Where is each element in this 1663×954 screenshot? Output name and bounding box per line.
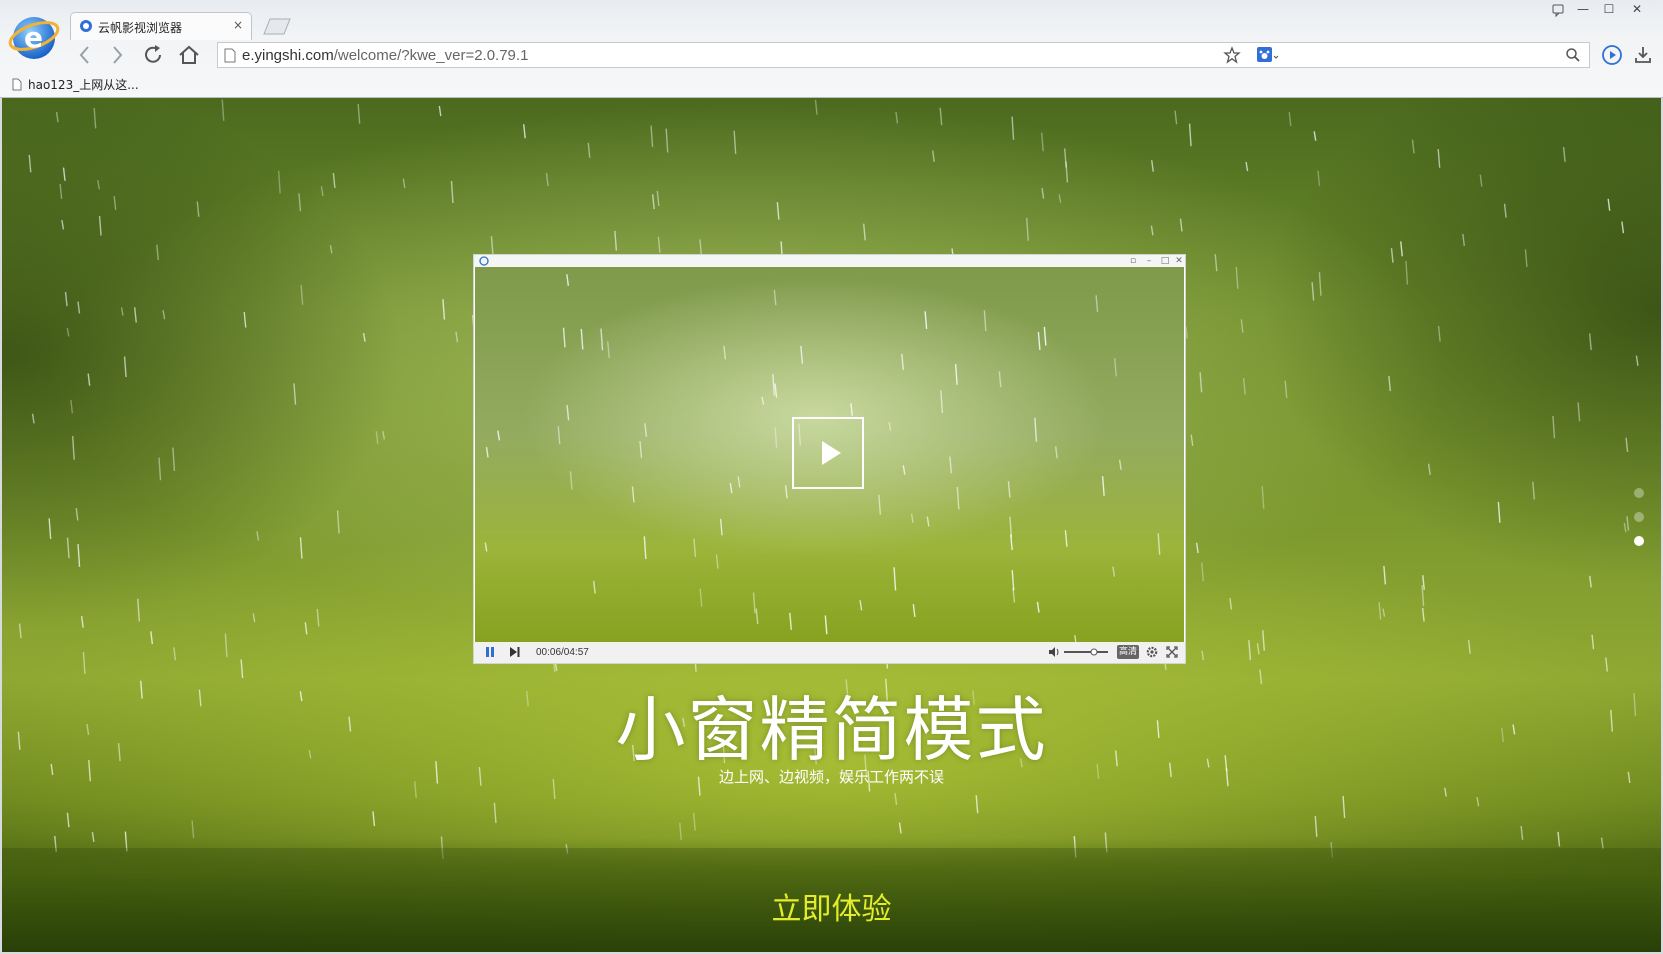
volume-icon[interactable] [1048, 646, 1062, 658]
feedback-icon[interactable] [1547, 2, 1569, 18]
home-button[interactable] [176, 42, 202, 68]
new-tab-button[interactable] [262, 17, 292, 35]
player-controls: 00:06/04:57 高清 [474, 642, 1185, 663]
playback-time: 00:06/04:57 [536, 647, 589, 658]
bookmark-page-icon [12, 78, 22, 91]
mini-titlebar: ▫ – □ ✕ [474, 255, 1185, 267]
hero-headline: 小窗精简模式 [615, 689, 1048, 771]
settings-gear-icon[interactable] [1145, 645, 1159, 659]
tab-favicon-icon [80, 20, 92, 32]
svg-text:e: e [24, 21, 43, 54]
volume-slider[interactable] [1064, 648, 1108, 656]
mini-video-screen[interactable] [475, 267, 1184, 642]
search-engine-icon[interactable] [1256, 46, 1280, 64]
page-icon [224, 48, 236, 63]
tab-close-icon[interactable]: × [233, 18, 243, 32]
mini-logo-icon [479, 256, 489, 266]
play-button[interactable] [792, 417, 864, 489]
bookmark-star-icon[interactable] [1223, 46, 1241, 64]
fullscreen-icon[interactable] [1165, 645, 1179, 659]
browser-logo-icon[interactable]: e [8, 10, 60, 62]
tab-active[interactable]: 云帆影视浏览器 × [70, 12, 252, 40]
hd-quality-button[interactable]: 高清 [1117, 645, 1139, 659]
download-icon[interactable] [1632, 44, 1654, 66]
page-dot-2[interactable] [1634, 512, 1644, 522]
try-now-button[interactable]: 立即体验 [2, 884, 1661, 928]
close-window-button[interactable]: ✕ [1626, 2, 1648, 18]
url-path: /welcome/?kwe_ver=2.0.79.1 [333, 47, 529, 64]
welcome-page: ▫ – □ ✕ 00:06/04:57 高清 小窗精简模式 边上网、边视频，娱乐… [2, 98, 1661, 952]
url-host: e.yingshi.com [242, 47, 334, 64]
mini-minimize-icon[interactable]: – [1142, 255, 1156, 267]
play-icon [822, 441, 841, 465]
tab-title: 云帆影视浏览器 [98, 21, 183, 35]
video-play-icon[interactable] [1601, 44, 1623, 66]
hero-subline: 边上网、边视频，娱乐工作两不误 [718, 768, 944, 786]
maximize-button[interactable]: ☐ [1598, 2, 1620, 18]
next-icon[interactable] [509, 646, 521, 658]
page-dot-1[interactable] [1634, 488, 1644, 498]
forward-button[interactable] [104, 42, 130, 68]
mini-pin-icon[interactable]: ▫ [1126, 255, 1140, 267]
bookmark-label: hao123_上网从这... [28, 78, 139, 92]
search-icon[interactable] [1565, 47, 1581, 63]
bookmark-hao123[interactable]: hao123_上网从这... [12, 76, 139, 92]
back-button[interactable] [72, 42, 98, 68]
mini-maximize-icon[interactable]: □ [1158, 255, 1172, 267]
mini-player-window: ▫ – □ ✕ 00:06/04:57 高清 [473, 254, 1186, 664]
minimize-button[interactable]: — [1572, 2, 1594, 18]
browser-chrome: e 云帆影视浏览器 × — ☐ ✕ e.yingshi.com/welcome/… [0, 0, 1663, 98]
address-bar[interactable]: e.yingshi.com/welcome/?kwe_ver=2.0.79.1 [217, 42, 1590, 68]
url-text[interactable]: e.yingshi.com/welcome/?kwe_ver=2.0.79.1 [242, 47, 528, 64]
mini-close-icon[interactable]: ✕ [1172, 255, 1186, 267]
pause-icon[interactable] [484, 646, 496, 658]
reload-button[interactable] [140, 42, 166, 68]
page-dot-3[interactable] [1634, 536, 1644, 546]
